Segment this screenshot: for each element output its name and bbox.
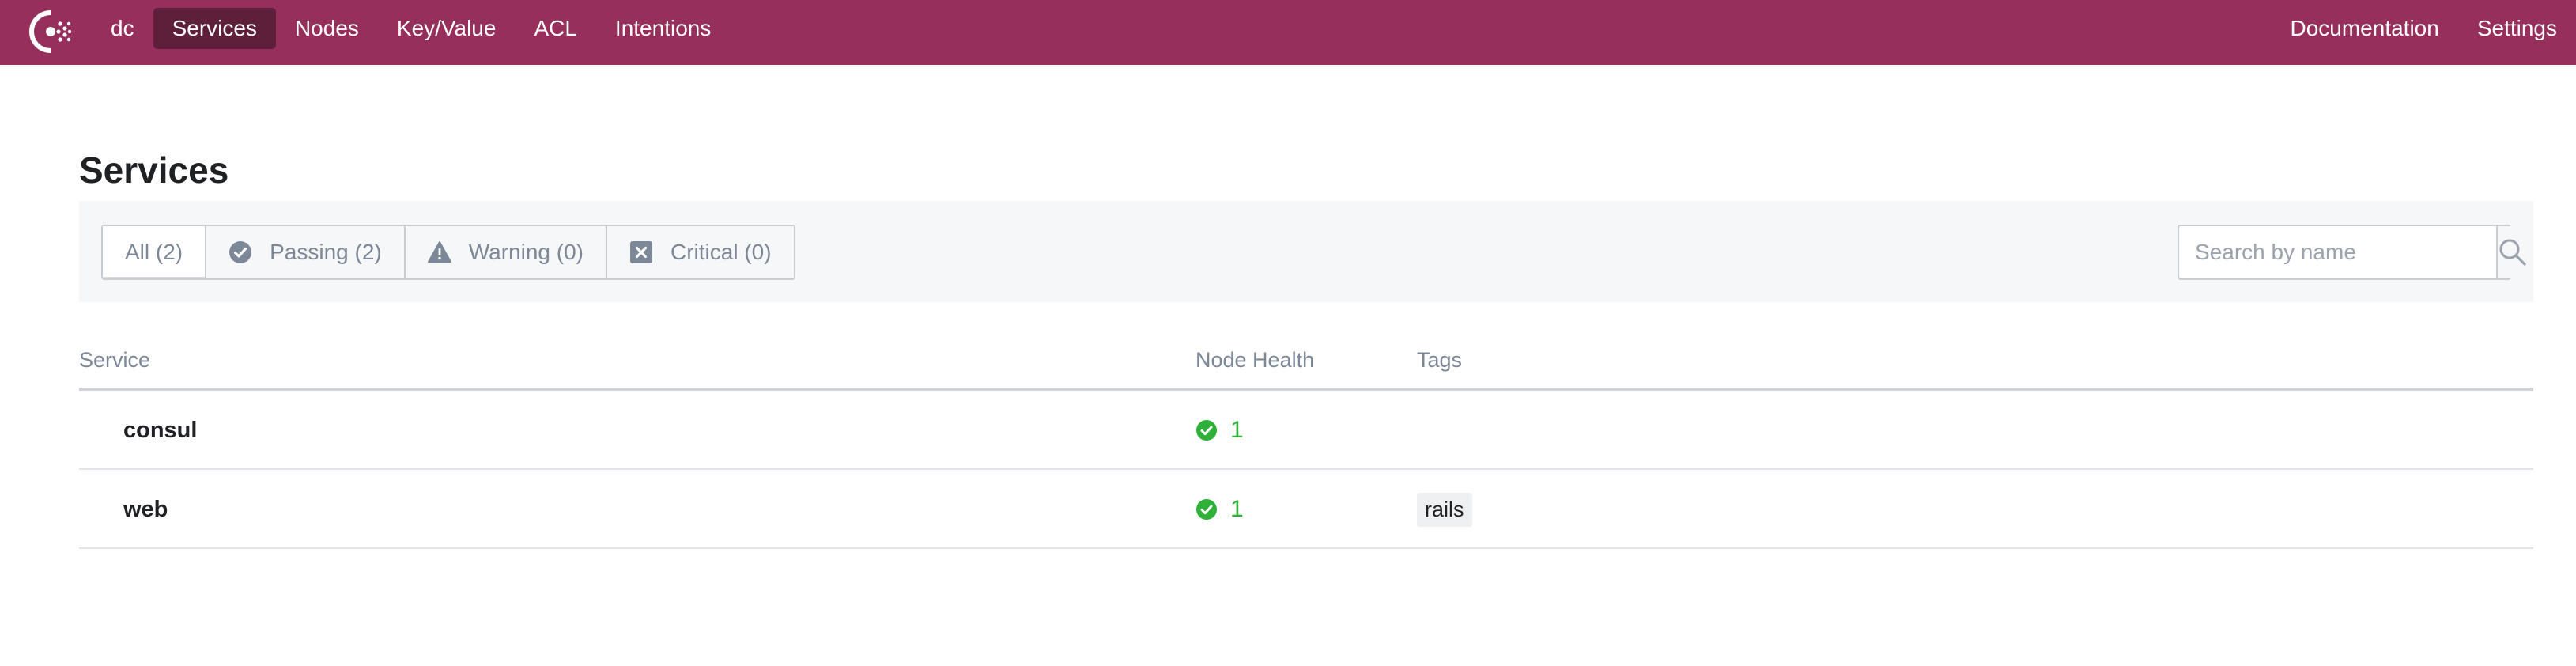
passing-count: 1 — [1230, 496, 1244, 522]
critical-x-icon — [629, 241, 652, 263]
service-name[interactable]: consul — [123, 391, 197, 470]
filter-all-label: All (2) — [125, 240, 183, 264]
search-input[interactable] — [2179, 226, 2496, 278]
check-circle-icon — [1196, 499, 1217, 520]
service-tags: rails — [1417, 470, 1472, 549]
search-button[interactable] — [2496, 226, 2528, 278]
consul-logo-icon[interactable] — [27, 8, 74, 55]
health-filter-group: All (2) Passing (2) Warning (0) Critical… — [101, 225, 795, 280]
warning-triangle-icon — [427, 241, 451, 263]
column-header-service[interactable]: Service — [79, 348, 150, 373]
services-table-header: Service Node Health Tags — [79, 329, 2533, 391]
service-name[interactable]: web — [123, 470, 168, 549]
datacenter-selector[interactable]: dc — [98, 8, 147, 49]
tag-badge: rails — [1417, 492, 1472, 527]
passing-count: 1 — [1230, 417, 1244, 443]
nav-item-documentation[interactable]: Documentation — [2271, 8, 2457, 49]
filter-passing-label: Passing (2) — [270, 240, 382, 264]
node-health: 1 — [1195, 470, 1244, 549]
search-box — [2178, 225, 2528, 280]
nav-item-settings[interactable]: Settings — [2458, 8, 2576, 49]
nav-item-intentions[interactable]: Intentions — [596, 8, 730, 49]
table-row[interactable]: consul 1 — [79, 391, 2533, 470]
nav-item-services[interactable]: Services — [153, 8, 276, 49]
filter-passing[interactable]: Passing (2) — [205, 226, 404, 278]
filter-bar: All (2) Passing (2) Warning (0) Critical… — [79, 201, 2533, 302]
search-icon — [2499, 239, 2526, 266]
filter-warning[interactable]: Warning (0) — [403, 226, 606, 278]
filter-all[interactable]: All (2) — [103, 226, 206, 278]
table-row[interactable]: web 1 rails — [79, 470, 2533, 549]
column-header-tags[interactable]: Tags — [1417, 348, 1462, 373]
secondary-nav: Documentation Settings — [2271, 8, 2576, 49]
nav-item-key-value[interactable]: Key/Value — [378, 8, 516, 49]
nav-item-acl[interactable]: ACL — [515, 8, 595, 49]
check-circle-icon — [1196, 420, 1217, 441]
top-navigation: dc Services Nodes Key/Value ACL Intentio… — [0, 0, 2576, 65]
page-title: Services — [79, 149, 229, 191]
column-header-node-health[interactable]: Node Health — [1195, 348, 1314, 373]
filter-critical[interactable]: Critical (0) — [605, 226, 794, 278]
nav-item-nodes[interactable]: Nodes — [276, 8, 378, 49]
primary-nav: dc Services Nodes Key/Value ACL Intentio… — [98, 8, 730, 49]
node-health: 1 — [1195, 391, 1244, 470]
check-circle-icon — [229, 241, 252, 263]
filter-critical-label: Critical (0) — [670, 240, 772, 264]
filter-warning-label: Warning (0) — [468, 240, 584, 264]
